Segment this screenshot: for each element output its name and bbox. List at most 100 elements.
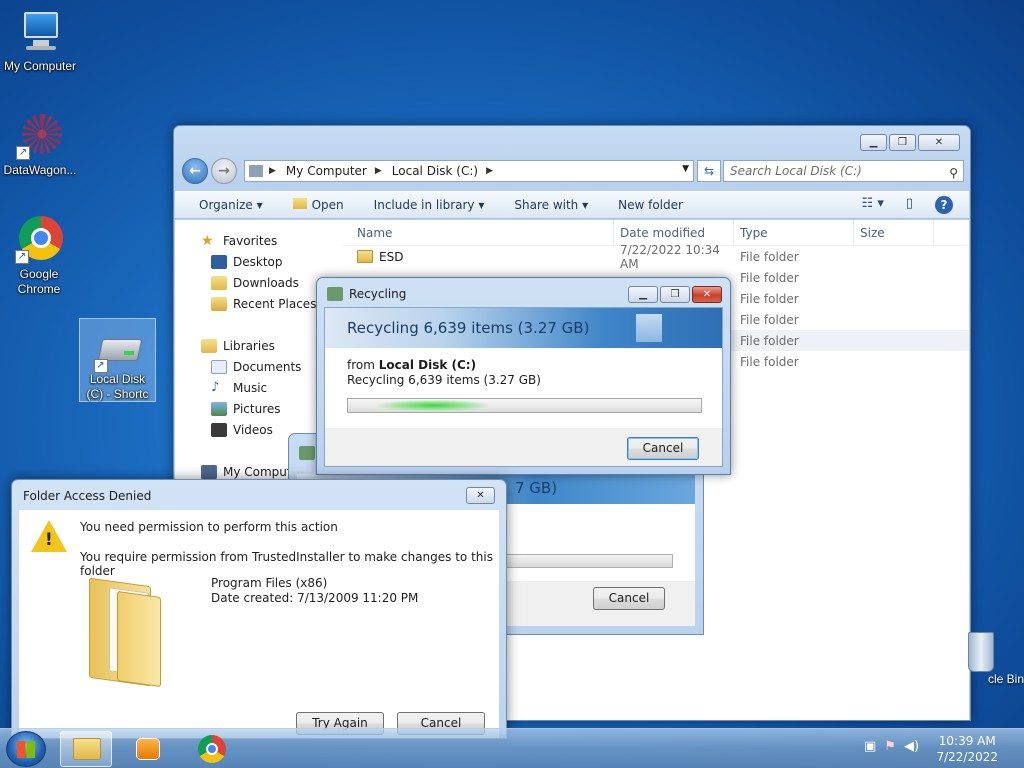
taskbar-media-player[interactable] (122, 731, 174, 767)
desktop-icon-label: cle Bin (987, 672, 1024, 686)
clock-date: 7/22/2022 (936, 750, 998, 764)
refresh-button[interactable]: ⇆ (697, 160, 721, 182)
window-controls: ▁ ❐ ✕ (860, 134, 960, 151)
progress-detail-text: Recycling 6,639 items (3.27 GB) (347, 373, 541, 387)
dialog-headline: Recycling 6,639 items (3.27 GB) (347, 319, 590, 337)
recycle-icon (327, 287, 343, 301)
minimize-button[interactable]: ▁ (860, 134, 887, 151)
file-date: 7/22/2022 10:34 AM (620, 242, 720, 271)
desktop-icon-recycle-bin[interactable]: cle Bin (962, 632, 1024, 686)
taskbar-explorer[interactable] (60, 731, 112, 767)
nav-label: Music (233, 380, 268, 395)
nav-libraries[interactable]: Libraries (175, 335, 339, 356)
windows-logo-icon (17, 741, 35, 758)
shortcut-arrow-icon: ↗ (93, 359, 108, 373)
videos-icon (211, 422, 227, 437)
column-name[interactable]: Name (341, 220, 614, 245)
network-icon[interactable]: ▣ (864, 739, 876, 754)
progress-fill (378, 400, 488, 411)
volume-icon[interactable]: ◀) (904, 739, 919, 754)
organize-label: Organize (199, 198, 253, 212)
nav-label: Documents (233, 359, 302, 374)
chevron-down-icon[interactable]: ▼ (682, 164, 689, 174)
taskbar-chrome[interactable] (186, 731, 238, 767)
preview-pane-icon[interactable]: ▯ (906, 196, 913, 214)
folder-icon (73, 738, 101, 760)
nav-label: Downloads (233, 275, 299, 290)
cancel-button[interactable]: Cancel (593, 587, 665, 610)
organize-menu[interactable]: Organize ▾ (199, 198, 263, 212)
help-icon[interactable]: ? (935, 196, 953, 214)
column-type[interactable]: Type (734, 220, 854, 245)
datawagon-icon: ↗ (16, 112, 64, 160)
dialog-title: Recycling (349, 287, 407, 301)
nav-label: Favorites (223, 233, 278, 248)
cancel-button[interactable]: Cancel (627, 437, 699, 460)
file-type: File folder (740, 354, 799, 369)
nav-favorites[interactable]: ★ Favorites (175, 230, 339, 251)
column-date-modified[interactable]: Date modified (614, 220, 734, 245)
taskbar: ▣ ⚑ ◀) 10:39 AM 7/22/2022 (0, 728, 1024, 768)
recycle-bin-icon (968, 632, 994, 672)
computer-icon (201, 464, 217, 479)
desktop-icon-my-computer[interactable]: My Computer (0, 8, 80, 74)
action-center-icon[interactable]: ⚑ (884, 739, 896, 754)
view-controls: ☷ ▾ ▯ ? (862, 196, 953, 214)
start-button[interactable] (6, 731, 46, 767)
nav-label: Pictures (233, 401, 281, 416)
close-button[interactable]: ✕ (692, 286, 722, 303)
open-label: Open (311, 198, 344, 212)
folder-access-denied-dialog: Folder Access Denied ✕ ! You need permis… (11, 479, 507, 739)
warning-exclamation: ! (45, 530, 53, 550)
nav-desktop[interactable]: Desktop (175, 251, 339, 272)
maximize-button[interactable]: ❐ (889, 134, 916, 151)
include-in-library-menu[interactable]: Include in library ▾ (374, 198, 485, 212)
folder-name: Program Files (x86) (211, 576, 328, 590)
view-options-icon[interactable]: ☷ ▾ (862, 196, 884, 214)
desktop-icon-local-disk-shortcut[interactable]: ↗ Local Disk (C) - Shortc (79, 318, 156, 402)
command-bar: Organize ▾ Open Include in library ▾ Sha… (175, 191, 969, 219)
dialog-title: Folder Access Denied (23, 489, 152, 503)
chevron-right-icon: ▶ (269, 166, 276, 176)
column-size[interactable]: Size (854, 220, 934, 245)
computer-icon (16, 8, 64, 56)
shortcut-arrow-icon: ↗ (16, 146, 30, 160)
nav-label: Videos (233, 422, 273, 437)
desktop-icon-datawagon[interactable]: ↗ DataWagon... (0, 112, 80, 178)
desktop-icon-label: DataWagon... (3, 163, 77, 177)
nav-recent-places[interactable]: Recent Places (175, 293, 339, 314)
table-row[interactable]: ESD 7/22/2022 10:34 AM File folder (341, 243, 969, 271)
breadcrumb-my-computer[interactable]: My Computer (286, 164, 367, 178)
desktop-icon-google-chrome[interactable]: ↗ Google Chrome (0, 216, 78, 297)
search-input[interactable]: Search Local Disk (C:) ⚲ (723, 160, 964, 182)
system-tray: ▣ ⚑ ◀) (864, 739, 919, 754)
open-button[interactable]: Open (292, 198, 344, 212)
nav-pictures[interactable]: Pictures (175, 398, 339, 419)
close-button[interactable]: ✕ (466, 487, 495, 504)
file-type: File folder (740, 270, 799, 285)
nav-downloads[interactable]: Downloads (175, 272, 339, 293)
chrome-icon: ↗ (15, 216, 63, 264)
minimize-button[interactable]: ▁ (628, 286, 658, 303)
nav-label: Libraries (223, 338, 275, 353)
navigation-bar: ← → ▶ My Computer ▶ Local Disk (C:) ▶ ▼ … (182, 158, 964, 184)
address-bar[interactable]: ▶ My Computer ▶ Local Disk (C:) ▶ ▼ (244, 160, 694, 182)
folder-date-created: Date created: 7/13/2009 11:20 PM (211, 591, 419, 605)
maximize-button[interactable]: ❐ (660, 286, 690, 303)
forward-button[interactable]: → (211, 158, 237, 184)
window-controls: ▁ ❐ ✕ (628, 286, 722, 303)
nav-documents[interactable]: Documents (175, 356, 339, 377)
system-clock[interactable]: 10:39 AM 7/22/2022 (936, 733, 998, 765)
back-button[interactable]: ← (182, 158, 208, 184)
dialog-message: You need permission to perform this acti… (80, 520, 338, 534)
chevron-right-icon: ▶ (486, 166, 493, 176)
libraries-icon (201, 338, 217, 353)
file-type: File folder (740, 333, 799, 348)
breadcrumb-local-disk[interactable]: Local Disk (C:) (392, 164, 478, 178)
pictures-icon (211, 401, 227, 416)
new-folder-button[interactable]: New folder (618, 198, 683, 212)
nav-music[interactable]: ♪ Music (175, 377, 339, 398)
close-button[interactable]: ✕ (918, 134, 960, 151)
share-with-menu[interactable]: Share with ▾ (514, 198, 588, 212)
file-type: File folder (740, 249, 799, 264)
